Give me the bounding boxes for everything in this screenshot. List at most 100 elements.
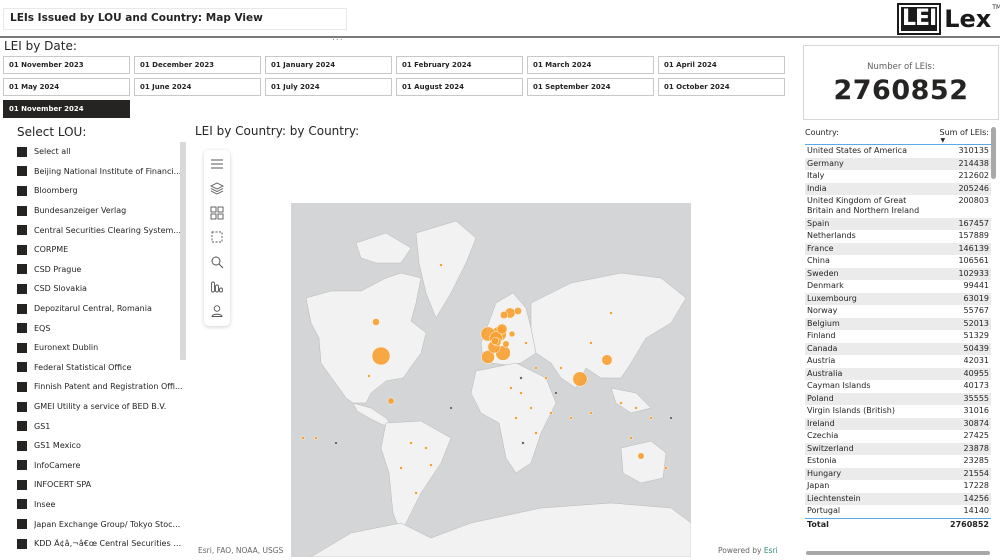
table-row[interactable]: Austria 42031 [805, 355, 991, 368]
table-row[interactable]: Belgium 52013 [805, 317, 991, 330]
country-dot[interactable] [609, 311, 613, 315]
country-dot[interactable] [334, 441, 338, 445]
table-row[interactable]: United Kingdom of Great Britain and Nort… [805, 195, 991, 218]
checkbox-checked-icon[interactable] [17, 519, 27, 530]
checkbox-checked-icon[interactable] [17, 342, 27, 353]
checkbox-checked-icon[interactable] [17, 146, 27, 157]
table-row[interactable]: Liechtenstein 14256 [805, 492, 991, 505]
country-dot[interactable] [664, 466, 668, 470]
country-bubble[interactable] [372, 318, 380, 326]
date-option[interactable]: 01 June 2024 [134, 78, 261, 96]
lou-option[interactable]: CSD Prague [17, 260, 189, 280]
table-row[interactable]: United States of America 310135 [805, 145, 991, 158]
date-option[interactable]: 01 September 2024 [527, 78, 654, 96]
table-row[interactable]: Estonia 23285 [805, 455, 991, 468]
checkbox-checked-icon[interactable] [17, 264, 27, 275]
country-dot[interactable] [589, 341, 593, 345]
lou-option[interactable]: Beijing National Institute of Financi... [17, 162, 189, 182]
country-dot[interactable] [424, 446, 428, 450]
lou-option[interactable]: Central Securities Clearing System... [17, 220, 189, 240]
country-bubble[interactable] [491, 337, 499, 345]
checkbox-checked-icon[interactable] [17, 205, 27, 216]
lou-option[interactable]: InfoCamere [17, 456, 189, 476]
table-row[interactable]: Portugal 14140 [805, 505, 991, 518]
country-bubble[interactable] [496, 323, 508, 335]
lou-option[interactable]: Federal Statistical Office [17, 358, 189, 378]
date-option[interactable]: 01 October 2024 [658, 78, 785, 96]
lou-option[interactable]: GS1 Mexico [17, 436, 189, 456]
table-row[interactable]: Netherlands 157889 [805, 230, 991, 243]
country-dot[interactable] [449, 406, 453, 410]
country-dot[interactable] [409, 441, 413, 445]
menu-tool-button[interactable] [207, 154, 227, 173]
search-tool-button[interactable] [207, 252, 227, 271]
table-row[interactable]: Australia 40955 [805, 367, 991, 380]
lou-option[interactable]: Insee [17, 495, 189, 515]
table-vertical-scrollbar[interactable] [991, 127, 996, 179]
country-dot[interactable] [514, 416, 518, 420]
world-map-svg[interactable] [291, 203, 691, 557]
lou-option[interactable]: CORPME [17, 240, 189, 260]
country-dot[interactable] [524, 341, 528, 345]
country-dot[interactable] [634, 406, 638, 410]
checkbox-checked-icon[interactable] [17, 538, 27, 549]
lou-option[interactable]: Bloomberg [17, 181, 189, 201]
country-dot[interactable] [554, 391, 558, 395]
selection-tool-button[interactable] [207, 228, 227, 247]
table-row[interactable]: Italy 212602 [805, 170, 991, 183]
country-dot[interactable] [519, 376, 523, 380]
lou-option[interactable]: INFOCERT SPA [17, 475, 189, 495]
table-row[interactable]: Japan 17228 [805, 480, 991, 493]
country-dot[interactable] [429, 463, 433, 467]
country-dot[interactable] [399, 466, 403, 470]
table-row[interactable]: Cayman Islands 40173 [805, 380, 991, 393]
table-row[interactable]: Ireland 30874 [805, 417, 991, 430]
country-bubble[interactable] [637, 452, 645, 460]
lou-slicer-scrollbar[interactable] [180, 142, 186, 360]
country-bubble[interactable] [499, 310, 509, 320]
date-option[interactable]: 01 August 2024 [396, 78, 523, 96]
checkbox-checked-icon[interactable] [17, 499, 27, 510]
checkbox-checked-icon[interactable] [17, 283, 27, 294]
lou-option[interactable]: GS1 [17, 416, 189, 436]
table-row[interactable]: Canada 50439 [805, 342, 991, 355]
lou-option[interactable]: Depozitarul Central, Romania [17, 299, 189, 319]
country-dot[interactable] [519, 391, 523, 395]
lou-option[interactable]: GMEI Utility a service of BED B.V. [17, 397, 189, 417]
date-option[interactable]: 01 July 2024 [265, 78, 392, 96]
layers-tool-button[interactable] [207, 179, 227, 198]
country-dot[interactable] [589, 411, 593, 415]
table-row[interactable]: Germany 214438 [805, 157, 991, 170]
country-bubble[interactable] [502, 340, 510, 348]
lou-option[interactable]: KDD Ã¢â‚¬â€œ Central Securities C... [17, 534, 189, 554]
lou-option[interactable]: CSD Slovakia [17, 279, 189, 299]
infographics-tool-button[interactable] [207, 277, 227, 296]
country-dot[interactable] [549, 411, 553, 415]
table-row[interactable]: Denmark 99441 [805, 280, 991, 293]
lou-option[interactable]: Bundesanzeiger Verlag [17, 201, 189, 221]
country-dot[interactable] [509, 386, 513, 390]
country-bubble[interactable] [371, 346, 391, 366]
country-dot[interactable] [534, 431, 538, 435]
world-map[interactable] [291, 203, 691, 557]
legend-tool-button[interactable] [207, 203, 227, 222]
table-row[interactable]: Czechia 27425 [805, 430, 991, 443]
table-row[interactable]: China 106561 [805, 255, 991, 268]
lou-option[interactable]: Euronext Dublin [17, 338, 189, 358]
country-dot[interactable] [367, 374, 371, 378]
country-dot[interactable] [534, 366, 538, 370]
date-option[interactable]: 01 November 2024 [3, 100, 130, 118]
country-bubble[interactable] [601, 354, 613, 366]
country-dot[interactable] [569, 416, 573, 420]
checkbox-checked-icon[interactable] [17, 381, 27, 392]
checkbox-checked-icon[interactable] [17, 440, 27, 451]
esri-link[interactable]: Esri [764, 546, 778, 555]
table-row[interactable]: Norway 55767 [805, 305, 991, 318]
date-option[interactable]: 01 January 2024 [265, 56, 392, 74]
lou-option[interactable]: EQS [17, 318, 189, 338]
lou-option[interactable]: Select all [17, 142, 189, 162]
table-row[interactable]: Switzerland 23878 [805, 442, 991, 455]
checkbox-checked-icon[interactable] [17, 479, 27, 490]
country-dot[interactable] [314, 436, 318, 440]
lou-option[interactable]: Finnish Patent and Registration Offi... [17, 377, 189, 397]
